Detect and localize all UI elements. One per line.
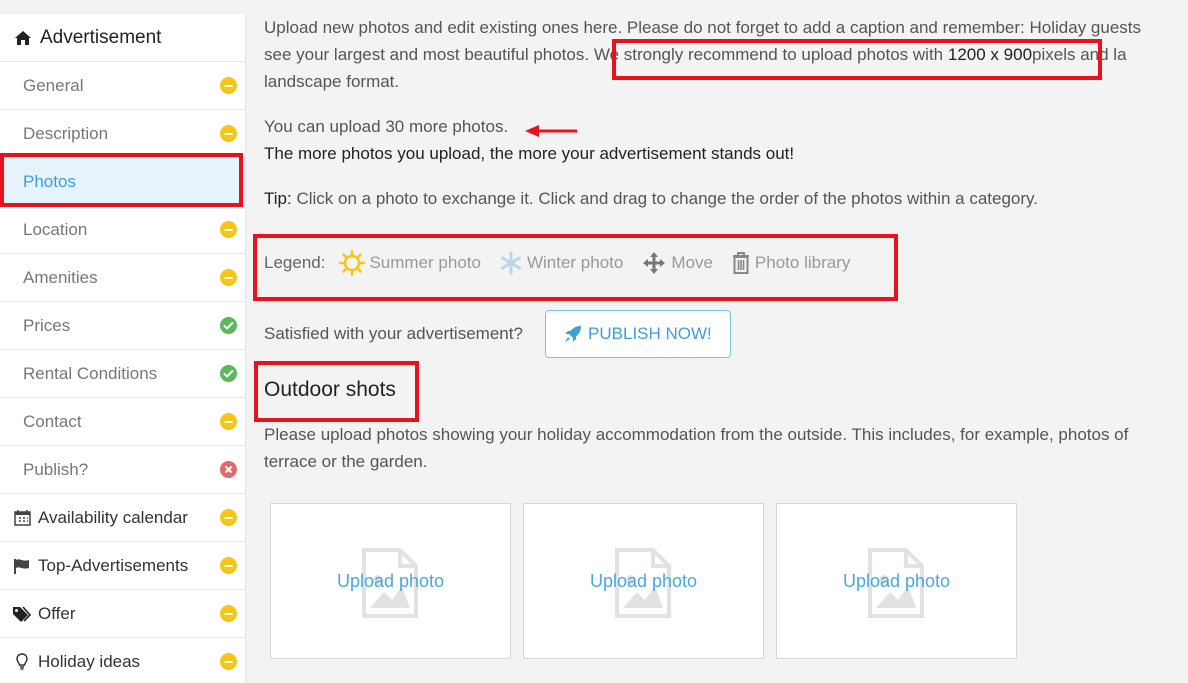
legend-library-label: Photo library	[754, 253, 851, 272]
lightbulb-icon	[12, 653, 32, 671]
section-description-line-2: terrace or the garden.	[264, 452, 428, 471]
photo-legend: Legend: Summer photo Winter photo Move P…	[264, 250, 868, 276]
sidebar-item-label: Description	[23, 123, 109, 143]
calendar-icon	[12, 509, 32, 527]
section-title-outdoor-shots: Outdoor shots	[264, 378, 396, 401]
legend-summer: Summer photo	[339, 250, 481, 276]
sidebar-header[interactable]: Advertisement	[0, 14, 245, 62]
sidebar-item-top-advertisements[interactable]: Top-Advertisements	[0, 542, 245, 590]
standout-text: The more photos you upload, the more you…	[264, 144, 795, 163]
upload-photo-label: Upload photo	[842, 570, 951, 591]
sidebar-item-label: Publish?	[23, 459, 89, 479]
pending-status-icon	[220, 269, 237, 286]
intro-line-2: see your largest and most beautiful phot…	[264, 41, 1188, 68]
sidebar-item-amenities[interactable]: Amenities	[0, 254, 245, 302]
flag-icon	[12, 557, 32, 575]
publish-prompt: Satisfied with your advertisement?	[264, 324, 523, 343]
sidebar-header-label: Advertisement	[40, 26, 162, 48]
publish-now-button[interactable]: PUBLISH NOW!	[544, 310, 731, 358]
tip-label: Tip:	[264, 189, 292, 208]
sidebar-item-label: Availability calendar	[38, 507, 188, 527]
upload-tiles: Upload photo Upload photo Upload photo	[270, 503, 1017, 659]
intro-line-1: Upload new photos and edit existing ones…	[264, 18, 1142, 37]
legend-move: Move	[641, 250, 713, 276]
check-status-icon	[220, 365, 237, 382]
trash-icon	[732, 252, 749, 274]
legend-winter-label: Winter photo	[526, 253, 624, 272]
sidebar-item-general[interactable]: General	[0, 62, 245, 110]
pending-status-icon	[220, 557, 237, 574]
error-status-icon	[220, 461, 237, 478]
legend-title: Legend:	[264, 253, 326, 272]
sun-icon	[339, 250, 366, 276]
sidebar-nav: Advertisement General Description Photos…	[0, 14, 246, 683]
sidebar-item-label: Rental Conditions	[23, 363, 158, 383]
sidebar-item-label: Location	[23, 219, 88, 239]
pending-status-icon	[220, 221, 237, 238]
upload-photo-tile[interactable]: Upload photo	[270, 503, 511, 659]
annotation-arrow-icon	[525, 125, 577, 137]
remaining-photos-text: You can upload 30 more photos.	[264, 117, 509, 136]
sidebar-item-description[interactable]: Description	[0, 110, 245, 158]
intro-line-3: landscape format.	[264, 72, 400, 91]
pending-status-icon	[220, 509, 237, 526]
legend-summer-label: Summer photo	[369, 253, 481, 272]
sidebar-item-photos[interactable]: Photos	[0, 158, 245, 206]
photos-main-content: Upload new photos and edit existing ones…	[264, 14, 1188, 212]
sidebar-item-label: Amenities	[23, 267, 98, 287]
intro-text-continued: pixels and la	[1032, 45, 1127, 64]
sidebar-item-label: Offer	[38, 603, 76, 623]
pending-status-icon	[220, 653, 237, 670]
upload-photo-label: Upload photo	[589, 570, 698, 591]
recommendation-text: We strongly recommend to upload photos w…	[593, 45, 944, 64]
sidebar-item-rental-conditions[interactable]: Rental Conditions	[0, 350, 245, 398]
pending-status-icon	[220, 605, 237, 622]
rocket-icon	[565, 326, 582, 342]
legend-library: Photo library	[731, 251, 850, 275]
recommended-resolution: 1200 x 900	[947, 45, 1033, 64]
tip-text: Tip: Click on a photo to exchange it. Cl…	[264, 185, 1188, 212]
sidebar-item-label: Top-Advertisements	[38, 555, 189, 575]
pending-status-icon	[220, 77, 237, 94]
sidebar-item-location[interactable]: Location	[0, 206, 245, 254]
sidebar-item-label: Holiday ideas	[38, 651, 141, 671]
upload-photo-tile[interactable]: Upload photo	[776, 503, 1017, 659]
sidebar-item-label: General	[23, 75, 84, 95]
section-description-line-1: Please upload photos showing your holida…	[264, 425, 1129, 444]
publish-now-label: PUBLISH NOW!	[588, 324, 712, 343]
sidebar-item-availability-calendar[interactable]: Availability calendar	[0, 494, 245, 542]
home-icon	[14, 29, 32, 47]
section-description: Please upload photos showing your holida…	[264, 421, 1128, 475]
snowflake-icon	[500, 251, 521, 275]
sidebar-item-publish[interactable]: Publish?	[0, 446, 245, 494]
sidebar-item-label: Prices	[23, 315, 71, 335]
sidebar-item-label: Photos	[23, 171, 76, 191]
sidebar-item-holiday-ideas[interactable]: Holiday ideas	[0, 638, 245, 683]
upload-photo-tile[interactable]: Upload photo	[523, 503, 764, 659]
legend-winter: Winter photo	[499, 251, 623, 275]
pending-status-icon	[220, 125, 237, 142]
move-arrows-icon	[643, 252, 666, 274]
tip-body: Click on a photo to exchange it. Click a…	[296, 189, 1038, 208]
publish-row: Satisfied with your advertisement? PUBLI…	[264, 310, 731, 358]
intro-text: see your largest and most beautiful phot…	[264, 45, 590, 64]
sidebar-item-label: Contact	[23, 411, 82, 431]
upload-photo-label: Upload photo	[336, 570, 445, 591]
legend-move-label: Move	[671, 253, 713, 272]
tags-icon	[12, 605, 32, 623]
sidebar-item-prices[interactable]: Prices	[0, 302, 245, 350]
check-status-icon	[220, 317, 237, 334]
pending-status-icon	[220, 413, 237, 430]
sidebar-item-contact[interactable]: Contact	[0, 398, 245, 446]
sidebar-item-offer[interactable]: Offer	[0, 590, 245, 638]
